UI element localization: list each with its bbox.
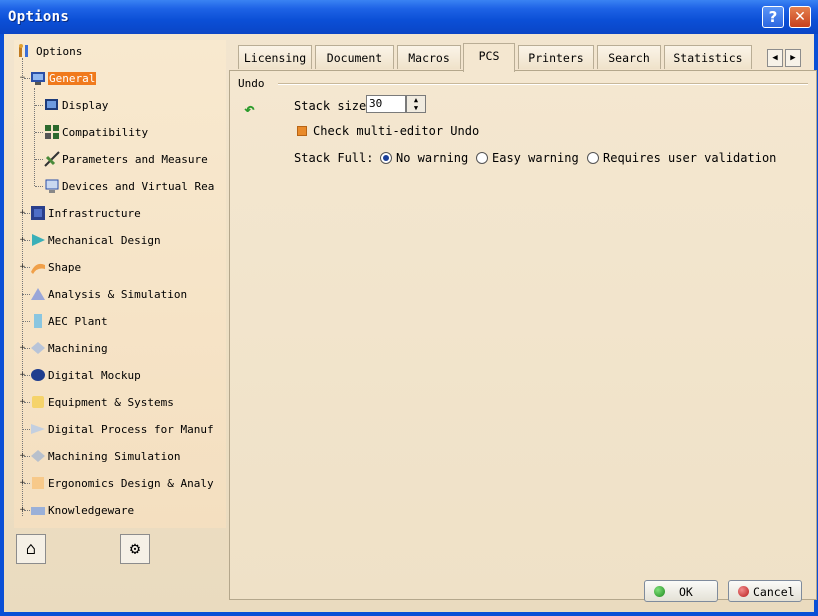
shape-icon <box>30 259 46 275</box>
tree-item-digital-mockup[interactable]: + Digital Mockup <box>14 366 224 384</box>
compatibility-icon <box>44 124 60 140</box>
no-warning-radio[interactable] <box>380 152 392 164</box>
close-button[interactable]: ✕ <box>789 6 811 28</box>
tab-document[interactable]: Document <box>315 45 394 69</box>
section-divider <box>278 83 808 85</box>
multi-editor-checkbox[interactable] <box>297 126 307 136</box>
tab-printers[interactable]: Printers <box>518 45 594 69</box>
stack-size-label: Stack size <box>294 99 367 113</box>
ergonomics-icon <box>30 475 46 491</box>
machining-icon <box>30 340 46 356</box>
cancel-button[interactable]: Cancel <box>728 580 802 602</box>
tree-item-display[interactable]: Display <box>14 96 224 114</box>
ok-button[interactable]: OK <box>644 580 718 602</box>
user-validation-radio[interactable] <box>587 152 599 164</box>
options-tree: Options − General Display Compatibility … <box>14 40 226 528</box>
undo-section-title: Undo <box>238 77 265 90</box>
tree-item-machining-simulation[interactable]: + Machining Simulation <box>14 447 224 465</box>
tree-item-equipment[interactable]: + Equipment & Systems <box>14 393 224 411</box>
tab-search[interactable]: Search <box>597 45 661 69</box>
title-bar[interactable]: Options ? ✕ <box>0 0 818 34</box>
tree-item-machining[interactable]: + Machining <box>14 339 224 357</box>
tree-item-aec-plant[interactable]: AEC Plant <box>14 312 224 330</box>
mechanical-design-icon <box>30 232 46 248</box>
infrastructure-icon <box>30 205 46 221</box>
no-warning-label: No warning <box>396 151 469 165</box>
help-button[interactable]: ? <box>762 6 784 28</box>
devices-icon <box>44 178 60 194</box>
tree-item-digital-process[interactable]: Digital Process for Manuf <box>14 420 224 438</box>
tree-item-compatibility[interactable]: Compatibility <box>14 123 224 141</box>
pcs-panel: Licensing Document Macros PCS Printers S… <box>229 43 817 600</box>
display-icon <box>44 97 60 113</box>
tree-item-mechanical-design[interactable]: + Mechanical Design <box>14 231 224 249</box>
window-title: Options <box>8 9 70 25</box>
tab-scroll-right-icon[interactable]: ▶ <box>785 49 801 67</box>
tree-item-infrastructure[interactable]: + Infrastructure <box>14 204 224 222</box>
aec-plant-icon <box>30 313 46 329</box>
tab-licensing[interactable]: Licensing <box>238 45 312 69</box>
undo-icon: ↶ <box>244 99 255 120</box>
tab-scroll-left-icon[interactable]: ◀ <box>767 49 783 67</box>
general-icon <box>30 70 46 86</box>
tab-statistics[interactable]: Statistics <box>664 45 752 69</box>
tree-item-parameters[interactable]: Parameters and Measure <box>14 150 224 168</box>
digital-process-icon <box>30 421 46 437</box>
digital-mockup-icon <box>30 367 46 383</box>
equipment-icon <box>30 394 46 410</box>
cancel-icon <box>738 586 749 597</box>
tree-item-devices[interactable]: Devices and Virtual Rea <box>14 177 224 195</box>
parameters-icon <box>44 151 60 167</box>
machining-simulation-icon <box>30 448 46 464</box>
tree-item-ergonomics[interactable]: + Ergonomics Design & Analy <box>14 474 224 492</box>
tree-item-options[interactable]: Options <box>14 42 224 60</box>
tree-item-knowledgeware[interactable]: + Knowledgeware <box>14 501 224 519</box>
tree-item-analysis[interactable]: Analysis & Simulation <box>14 285 224 303</box>
ok-icon <box>654 586 665 597</box>
easy-warning-radio[interactable] <box>476 152 488 164</box>
stack-size-input[interactable]: 30 <box>366 95 406 113</box>
options-root-icon <box>16 43 32 59</box>
analysis-icon <box>30 286 46 302</box>
knowledgeware-icon <box>30 502 46 518</box>
tab-macros[interactable]: Macros <box>397 45 461 69</box>
options-home-icon[interactable]: ⌂ <box>16 534 46 564</box>
multi-editor-label: Check multi-editor Undo <box>313 124 480 138</box>
tree-item-general[interactable]: − General <box>14 69 224 87</box>
user-validation-label: Requires user validation <box>603 151 777 165</box>
easy-warning-label: Easy warning <box>492 151 579 165</box>
tab-pcs[interactable]: PCS <box>463 43 515 72</box>
tree-item-shape[interactable]: + Shape <box>14 258 224 276</box>
stack-size-spinner[interactable]: ▲ ▼ <box>406 95 426 113</box>
dialog-body: Options − General Display Compatibility … <box>4 34 817 612</box>
options-settings-icon[interactable]: ⚙ <box>120 534 150 564</box>
options-window: Options ? ✕ Options − General Display Co… <box>0 0 818 616</box>
stack-full-label: Stack Full: <box>294 151 374 165</box>
